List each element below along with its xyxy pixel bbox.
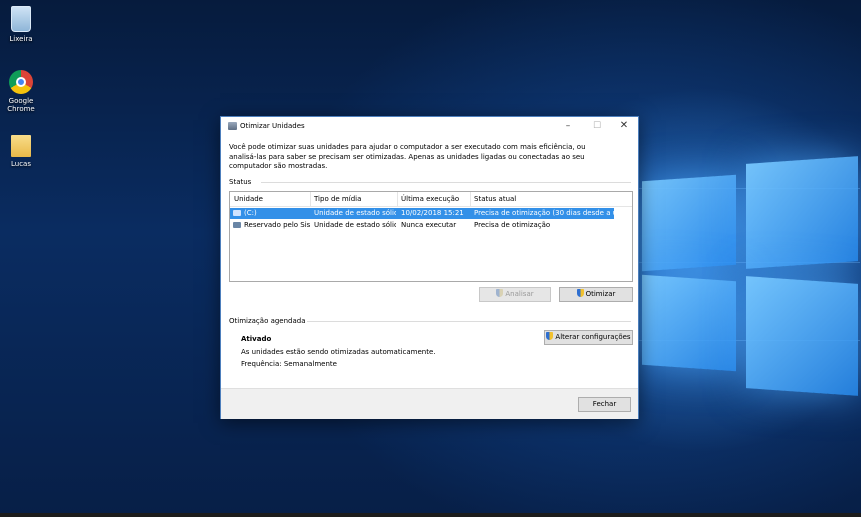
table-row[interactable]: Reservado pelo Sist... Unidade de estado… [230, 220, 614, 231]
media-type: Unidade de estado sólido [314, 209, 396, 217]
column-header-drive[interactable]: Unidade [234, 195, 263, 203]
list-header: Unidade Tipo de mídia Última execução St… [230, 192, 632, 207]
schedule-description: As unidades estão sendo otimizadas autom… [241, 348, 436, 356]
column-header-status[interactable]: Status atual [474, 195, 516, 203]
chrome-icon [9, 70, 33, 94]
optimize-drives-dialog: Otimizar Unidades – ☐ ✕ Você pode otimiz… [220, 116, 639, 419]
window-title: Otimizar Unidades [240, 122, 305, 130]
schedule-frequency: Frequência: Semanalmente [241, 360, 337, 368]
divider [307, 321, 631, 322]
intro-text: Você pode otimizar suas unidades para aj… [229, 143, 586, 170]
dialog-footer: Fechar [221, 388, 638, 419]
desktop-icon-chrome[interactable]: Google Chrome [2, 70, 40, 113]
minimize-button[interactable]: – [556, 120, 580, 132]
desktop-icon-label: Lucas [11, 160, 31, 168]
desktop-icon-label: Google Chrome [7, 97, 35, 113]
uac-shield-icon [576, 289, 584, 297]
last-run: 10/02/2018 15:21 [401, 209, 464, 217]
optimize-button[interactable]: Otimizar [559, 287, 633, 302]
windows-logo-wallpaper [628, 150, 858, 400]
analyze-button[interactable]: Analisar [479, 287, 551, 302]
status-section-label: Status [229, 178, 252, 186]
defrag-app-icon [228, 122, 237, 130]
scheduled-section-label: Otimização agendada [229, 317, 306, 325]
change-settings-button[interactable]: Alterar configurações [544, 330, 633, 345]
desktop-icon-user-folder[interactable]: Lucas [2, 135, 40, 168]
drive-name: Reservado pelo Sist... [244, 221, 310, 229]
divider [261, 182, 631, 183]
drive-name: (C:) [244, 209, 257, 217]
schedule-state: Ativado [241, 335, 272, 343]
current-status: Precisa de otimização (30 dias desde a ú… [474, 209, 614, 217]
uac-shield-icon [496, 289, 504, 297]
desktop-icon-recycle-bin[interactable]: Lixeira [2, 6, 40, 43]
uac-shield-icon [546, 332, 554, 340]
desktop-icon-label: Lixeira [9, 35, 33, 43]
last-run: Nunca executar [401, 221, 457, 229]
media-type: Unidade de estado sólido [314, 221, 396, 229]
maximize-button[interactable]: ☐ [585, 120, 609, 132]
user-folder-icon [11, 135, 31, 157]
drive-icon [233, 222, 241, 228]
close-button[interactable]: ✕ [612, 120, 636, 132]
column-header-media[interactable]: Tipo de mídia [314, 195, 361, 203]
drives-list[interactable]: Unidade Tipo de mídia Última execução St… [229, 191, 633, 282]
current-status: Precisa de otimização [474, 221, 551, 229]
drive-icon [233, 210, 241, 216]
title-bar[interactable]: Otimizar Unidades – ☐ ✕ [221, 117, 638, 135]
column-header-last-run[interactable]: Última execução [401, 195, 459, 203]
recycle-bin-icon [11, 6, 31, 32]
table-row[interactable]: (C:) Unidade de estado sólido 10/02/2018… [230, 208, 614, 219]
close-dialog-button[interactable]: Fechar [578, 397, 631, 412]
taskbar[interactable] [0, 513, 861, 517]
